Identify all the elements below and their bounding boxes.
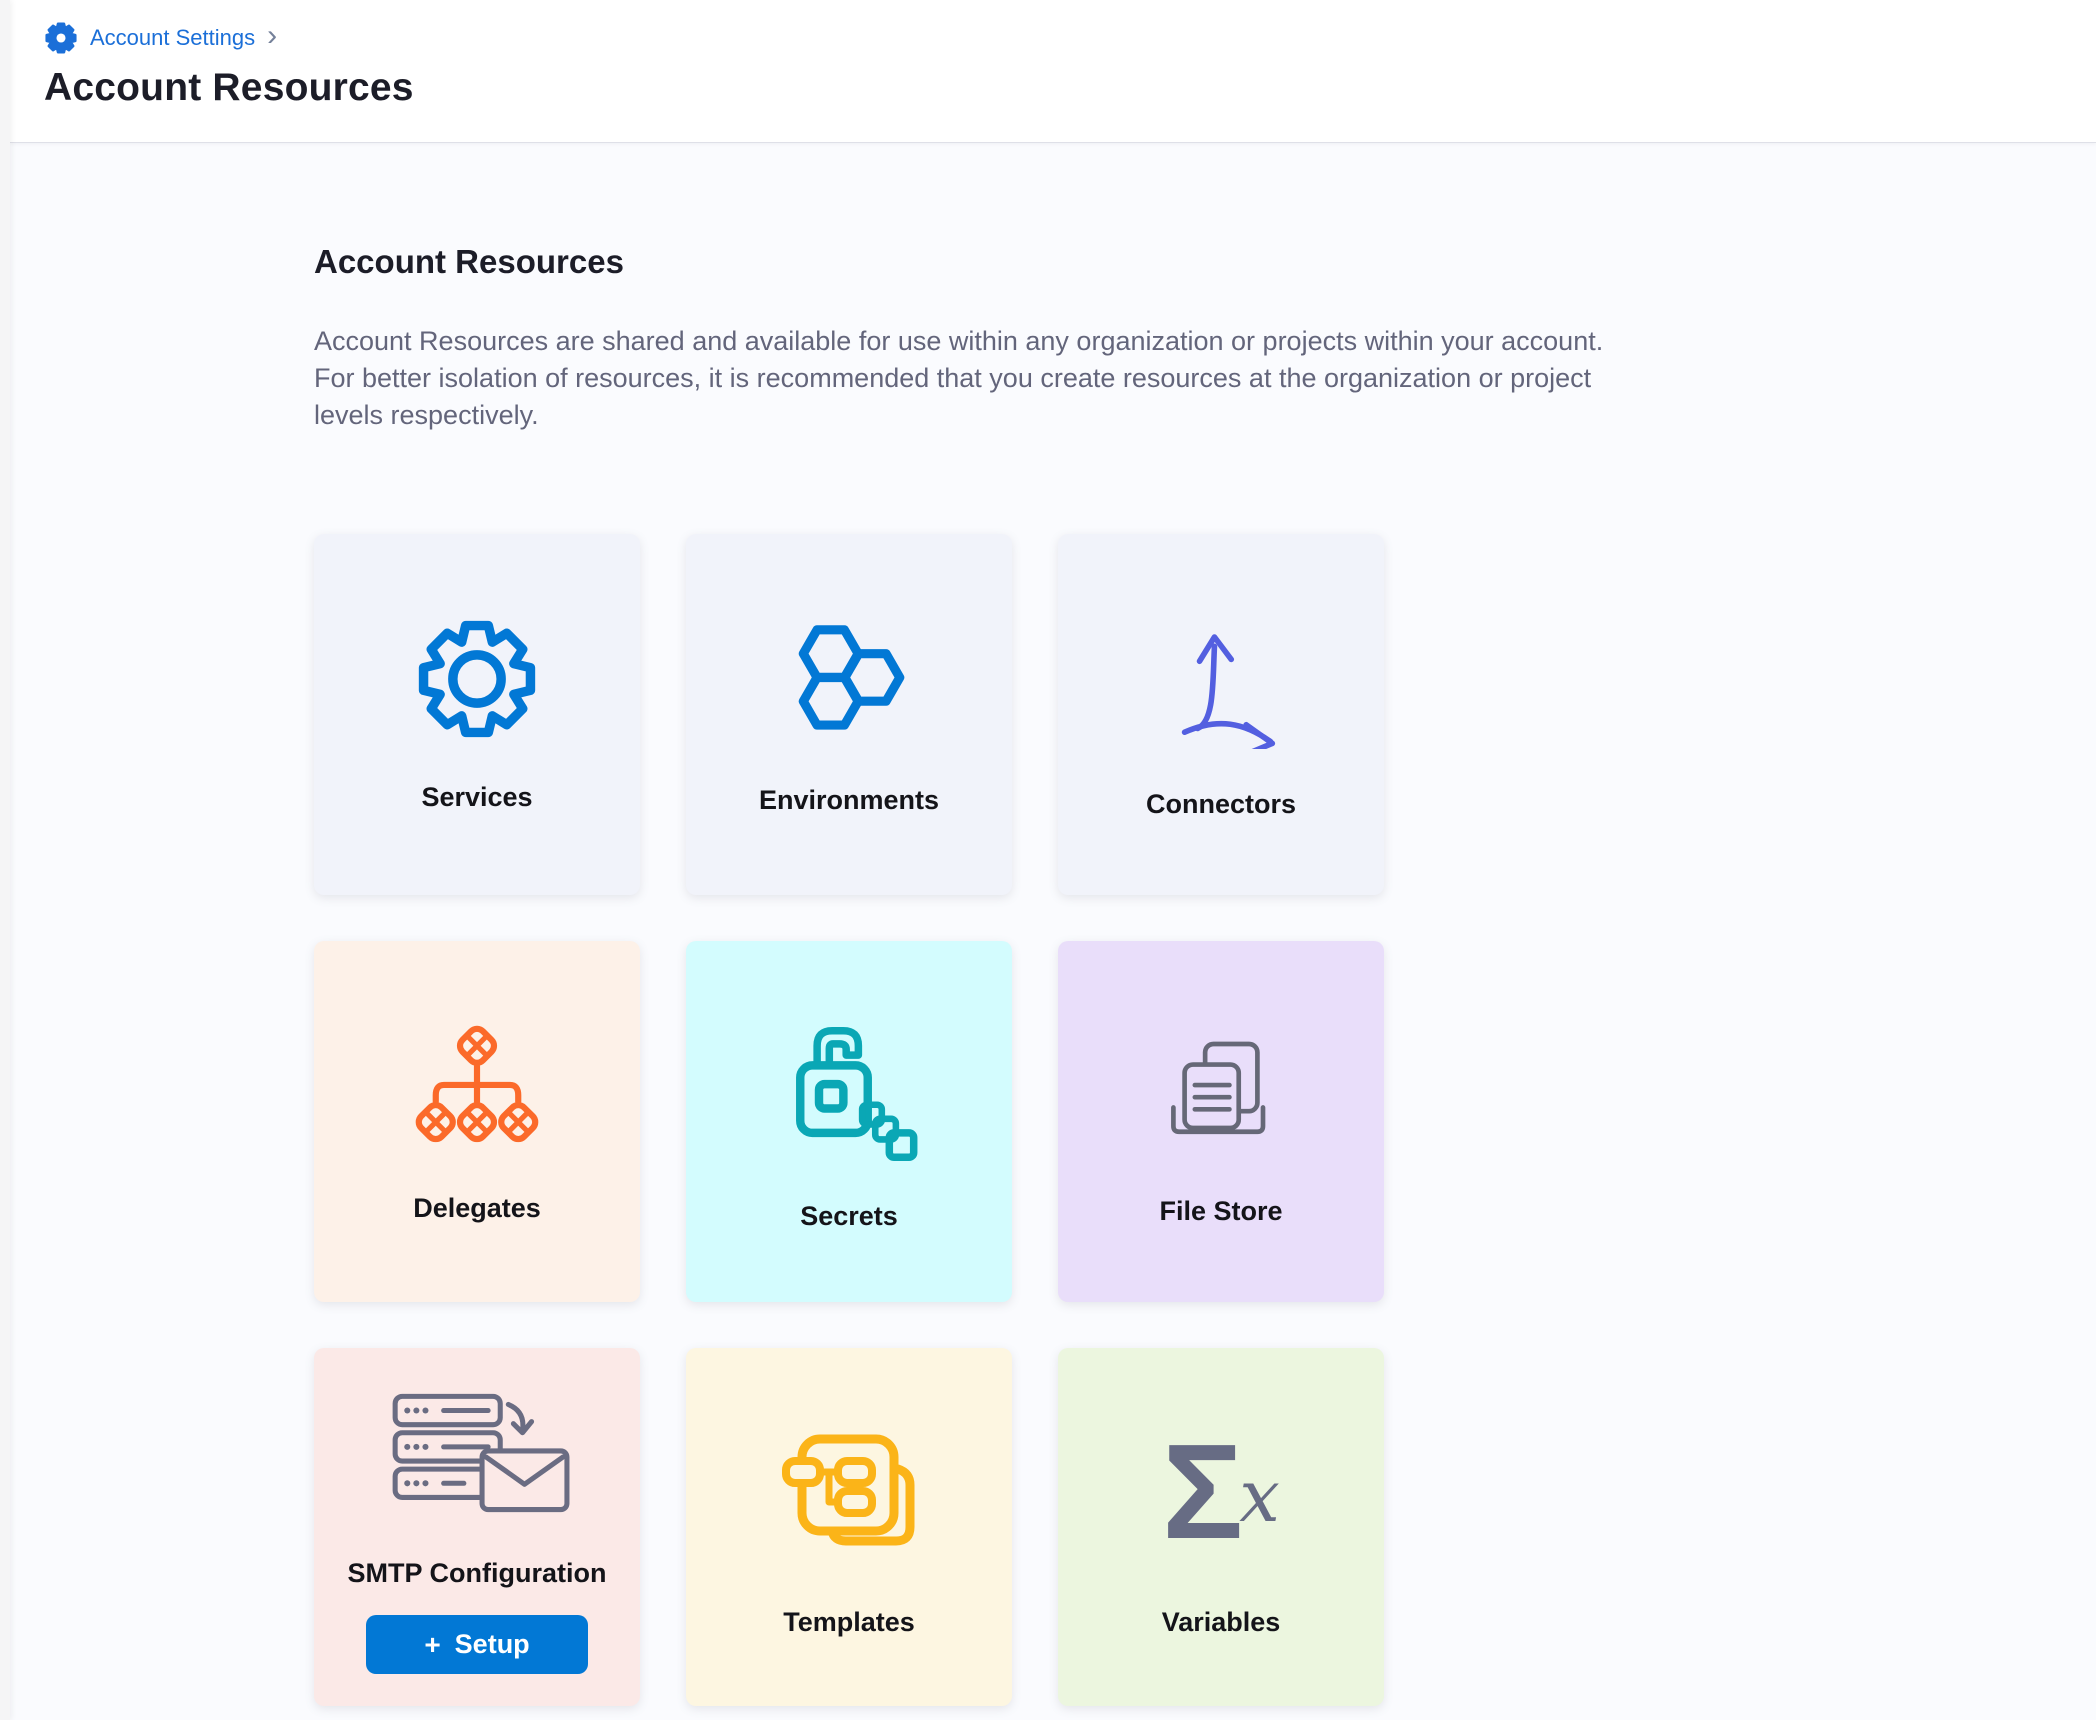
card-secrets[interactable]: Secrets [686, 941, 1012, 1302]
gear-outline-icon [414, 616, 540, 742]
resource-card-grid: Services Environments [314, 534, 2096, 1706]
card-label: Delegates [413, 1193, 541, 1224]
documents-tray-icon [1151, 1016, 1291, 1156]
card-label: Environments [759, 785, 939, 816]
page-header: Account Settings › Account Resources [10, 0, 2096, 143]
account-settings-gear-icon [44, 21, 78, 55]
description-line: levels respectively. [314, 397, 1774, 434]
description-line: Account Resources are shared and availab… [314, 323, 1774, 360]
section-description: Account Resources are shared and availab… [314, 323, 1774, 434]
card-file-store[interactable]: File Store [1058, 941, 1384, 1302]
card-connectors[interactable]: Connectors [1058, 534, 1384, 895]
server-mail-icon [381, 1380, 573, 1532]
card-label: Secrets [800, 1201, 898, 1232]
card-label: SMTP Configuration [348, 1558, 607, 1589]
sigma-glyph: Σ [1162, 1424, 1243, 1559]
card-services[interactable]: Services [314, 534, 640, 895]
card-smtp-configuration[interactable]: SMTP Configuration + Setup [314, 1348, 640, 1706]
card-environments[interactable]: Environments [686, 534, 1012, 895]
collapsed-sidebar-strip [0, 0, 10, 1720]
delegate-tree-icon [410, 1019, 544, 1153]
card-variables[interactable]: Σ x Variables [1058, 1348, 1384, 1706]
page-title: Account Resources [44, 66, 2096, 110]
plus-icon: + [424, 1631, 440, 1659]
section-heading: Account Resources [314, 243, 2096, 281]
card-label: Templates [783, 1607, 915, 1638]
smtp-setup-button[interactable]: + Setup [366, 1615, 587, 1674]
sigma-x-icon: Σ x [1162, 1417, 1280, 1567]
card-templates[interactable]: Templates [686, 1348, 1012, 1706]
padlock-chain-icon [774, 1011, 924, 1161]
card-label: Variables [1162, 1607, 1281, 1638]
hexagons-icon [783, 613, 915, 745]
card-label: Services [421, 782, 532, 813]
setup-button-label: Setup [455, 1629, 530, 1660]
main-content: Account Resources Account Resources are … [10, 143, 2096, 1706]
breadcrumb: Account Settings › [44, 18, 2096, 58]
card-label: Connectors [1146, 789, 1296, 820]
italic-x-glyph: x [1239, 1454, 1280, 1538]
chevron-right-icon: › [267, 21, 277, 51]
stacked-templates-icon [774, 1417, 924, 1567]
card-delegates[interactable]: Delegates [314, 941, 640, 1302]
description-line: For better isolation of resources, it is… [314, 360, 1774, 397]
curved-arrows-icon [1151, 609, 1291, 749]
card-label: File Store [1159, 1196, 1282, 1227]
breadcrumb-link-account-settings[interactable]: Account Settings [90, 18, 255, 58]
